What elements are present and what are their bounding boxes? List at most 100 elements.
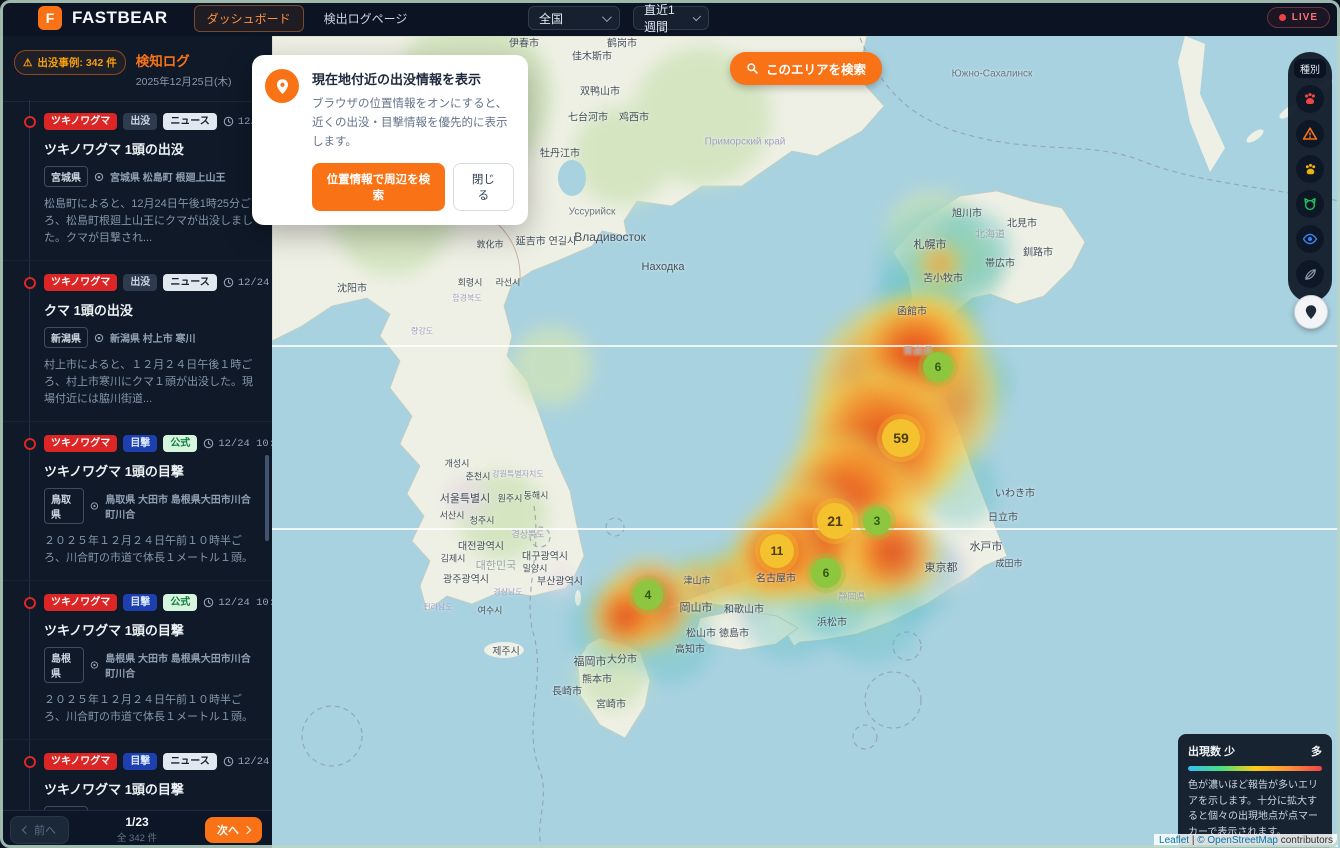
chevron-down-icon bbox=[692, 12, 701, 21]
sidebar-header: ⚠ 出没事例: 342 件 検知ログ 2025年12月25日(木) bbox=[0, 36, 272, 102]
paw-sighting-filter-button[interactable] bbox=[1295, 154, 1325, 184]
eye-icon bbox=[1302, 231, 1318, 247]
cluster-marker[interactable]: 11 bbox=[760, 534, 794, 568]
bear-paw-icon bbox=[1302, 91, 1318, 107]
legend-gradient-bar bbox=[1188, 766, 1322, 771]
prefecture-badge: 新潟県 bbox=[44, 327, 88, 348]
location-pin-icon bbox=[265, 69, 299, 103]
location-pin-icon bbox=[1303, 304, 1319, 320]
nav-log-page[interactable]: 検出ログページ bbox=[324, 10, 408, 27]
close-popup-button[interactable]: 閉じる bbox=[453, 163, 514, 211]
prefecture-badge: 鳥取県 bbox=[44, 488, 84, 524]
attribution-suffix: contributors bbox=[1281, 835, 1333, 846]
source-badge: ニュース bbox=[163, 113, 217, 130]
entry-location: 鳥取県 大田市 島根県大田市川合町川合 bbox=[105, 491, 260, 521]
cluster-marker[interactable]: 59 bbox=[882, 419, 920, 457]
entry-title: ツキノワグマ 1頭の目撃 bbox=[44, 779, 260, 798]
location-target-icon bbox=[90, 660, 99, 670]
source-badge: ニュース bbox=[163, 274, 217, 291]
animal-head-filter-button[interactable] bbox=[1295, 189, 1325, 219]
log-entry[interactable]: ツキノワグマ 目撃 公式 12/24 10:00 ツキノワグマ 1頭の目撃 鳥取… bbox=[0, 422, 272, 581]
event-type-badge: 目撃 bbox=[123, 753, 157, 770]
panel-date: 2025年12月25日(木) bbox=[136, 74, 232, 89]
source-badge: ニュース bbox=[163, 753, 217, 770]
entry-title: ツキノワグマ 1頭の目撃 bbox=[44, 620, 260, 639]
search-this-area-button[interactable]: このエリアを検索 bbox=[730, 52, 882, 85]
map-attribution: Leaflet | © OpenStreetMap contributors bbox=[1154, 834, 1338, 847]
species-badge: ツキノワグマ bbox=[44, 594, 117, 611]
cluster-marker[interactable]: 4 bbox=[633, 580, 663, 610]
species-filter-panel: 種別 bbox=[1288, 52, 1332, 302]
chevron-left-icon bbox=[22, 825, 30, 833]
incident-count-label: 出没事例: 342 件 bbox=[37, 55, 116, 70]
nav-dashboard[interactable]: ダッシュボード bbox=[194, 5, 304, 32]
log-entry[interactable]: ツキノワグマ 出没 ニュース 12/24 13:00 クマ 1頭の出没 新潟県 … bbox=[0, 261, 272, 422]
land-tsushima bbox=[575, 590, 581, 606]
species-filter-title: 種別 bbox=[1294, 59, 1326, 78]
clock-icon bbox=[223, 277, 234, 288]
map-pin-button[interactable] bbox=[1294, 295, 1328, 329]
cluster-marker[interactable]: 6 bbox=[811, 558, 841, 588]
total-count: 全 342 件 bbox=[117, 830, 157, 844]
location-target-icon bbox=[90, 501, 99, 511]
entry-time: 12/24 10:00 bbox=[203, 597, 272, 609]
chevron-right-icon bbox=[243, 825, 251, 833]
entry-description: 村上市によると、１２月２４日午後１時ごろ、村上市寒川にクマ１頭が出没した。現場付… bbox=[44, 357, 260, 408]
search-area-label: このエリアを検索 bbox=[766, 59, 866, 78]
clock-icon bbox=[223, 116, 234, 127]
location-target-icon bbox=[94, 172, 104, 182]
bear-paw-filter-button[interactable] bbox=[1295, 84, 1325, 114]
prev-page-button[interactable]: 前へ bbox=[10, 816, 69, 844]
entry-title: ツキノワグマ 1頭の出没 bbox=[44, 139, 260, 158]
feather-filter-button[interactable] bbox=[1295, 259, 1325, 289]
eye-filter-button[interactable] bbox=[1295, 224, 1325, 254]
log-list: ツキノワグマ 出没 ニュース 12/24 13:25 ツキノワグマ 1頭の出没 … bbox=[0, 100, 272, 810]
cluster-marker[interactable]: 21 bbox=[817, 503, 853, 539]
entry-time: 12/24 13:00 bbox=[223, 277, 272, 289]
sidebar-scrollbar[interactable] bbox=[265, 455, 269, 541]
prefecture-badge: 宮城県 bbox=[44, 166, 88, 187]
animal-head-icon bbox=[1302, 196, 1318, 212]
attribution-separator: | bbox=[1192, 835, 1195, 846]
lake-khanka bbox=[558, 160, 586, 196]
entry-description: ２０２５年１２月２４日午前１０時半ごろ、川合町の市道で体長１メートル１頭。 bbox=[44, 692, 260, 726]
entry-description: 松島町によると、12月24日午後1時25分ごろ、松島町根廻上山王にクマが出没しま… bbox=[44, 196, 260, 247]
log-entry[interactable]: ツキノワグマ 目撃 ニュース 12/24 08:40 ツキノワグマ 1頭の目撃 … bbox=[0, 740, 272, 810]
live-status-badge: LIVE bbox=[1267, 7, 1330, 28]
warning-triangle-icon bbox=[1302, 126, 1318, 142]
cluster-marker[interactable]: 6 bbox=[923, 352, 953, 382]
chevron-down-icon bbox=[602, 12, 612, 22]
entry-description: ２０２５年１２月２４日午前１０時半ごろ、川合町の市道で体長１メートル１頭。 bbox=[44, 533, 260, 567]
event-type-badge: 出没 bbox=[123, 274, 157, 291]
next-page-button[interactable]: 次へ bbox=[205, 817, 262, 843]
event-type-badge: 目撃 bbox=[123, 594, 157, 611]
incident-count-badge: ⚠ 出没事例: 342 件 bbox=[14, 50, 126, 75]
event-type-badge: 目撃 bbox=[123, 435, 157, 452]
search-icon bbox=[746, 62, 759, 75]
log-entry[interactable]: ツキノワグマ 目撃 公式 12/24 10:00 ツキノワグマ 1頭の目撃 島根… bbox=[0, 581, 272, 740]
leaflet-link[interactable]: Leaflet bbox=[1159, 835, 1189, 846]
species-badge: ツキノワグマ bbox=[44, 113, 117, 130]
period-filter-select[interactable]: 直近1週間 bbox=[633, 6, 709, 30]
log-entry[interactable]: ツキノワグマ 出没 ニュース 12/24 13:25 ツキノワグマ 1頭の出没 … bbox=[0, 100, 272, 261]
osm-link[interactable]: © OpenStreetMap bbox=[1197, 835, 1278, 846]
region-filter-select[interactable]: 全国 bbox=[528, 6, 620, 30]
event-type-badge: 出没 bbox=[123, 113, 157, 130]
search-nearby-button[interactable]: 位置情報で周辺を検索 bbox=[312, 163, 445, 211]
entry-location: 新潟県 村上市 寒川 bbox=[110, 330, 196, 345]
location-permission-popup: 現在地付近の出没情報を表示 ブラウザの位置情報をオンにすると、近くの出没・目撃情… bbox=[252, 55, 528, 225]
detection-log-sidebar: ⚠ 出没事例: 342 件 検知ログ 2025年12月25日(木) ツキノワグマ… bbox=[0, 36, 272, 848]
entry-time: 12/24 10:00 bbox=[203, 438, 272, 450]
page-indicator: 1/23 bbox=[117, 815, 157, 829]
clock-icon bbox=[203, 597, 214, 608]
logo-letter: F bbox=[46, 10, 55, 26]
warning-triangle-filter-button[interactable] bbox=[1295, 119, 1325, 149]
region-filter-value: 全国 bbox=[539, 10, 592, 27]
live-label: LIVE bbox=[1292, 12, 1318, 23]
cluster-marker[interactable]: 3 bbox=[863, 507, 891, 535]
feather-icon bbox=[1303, 267, 1318, 282]
legend-description: 色が濃いほど報告が多いエリアを示します。十分に拡大すると個々の出現地点が点マーカ… bbox=[1188, 778, 1322, 840]
source-badge: 公式 bbox=[163, 594, 197, 611]
source-badge: 公式 bbox=[163, 435, 197, 452]
entry-location: 島根県 大田市 島根県大田市川合町川合 bbox=[105, 650, 260, 680]
